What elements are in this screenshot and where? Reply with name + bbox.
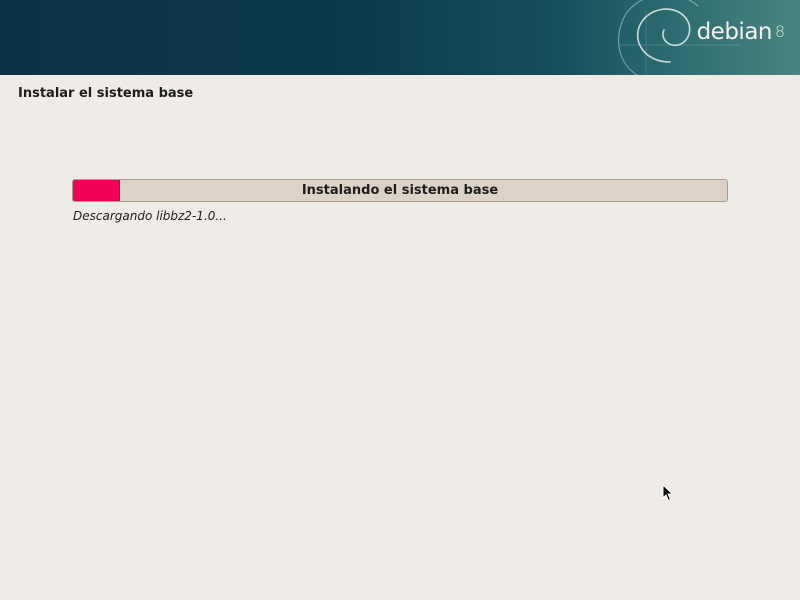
progress-bar-label: Instalando el sistema base <box>301 183 499 198</box>
debian-version-number: 8 <box>774 22 785 41</box>
page-title: Instalar el sistema base <box>18 86 194 101</box>
progress-bar: Instalando el sistema base <box>72 179 728 202</box>
debian-logo-text: debian <box>696 19 773 45</box>
mouse-pointer-icon <box>662 484 674 502</box>
progress-status-text: Descargando libbz2-1.0... <box>73 209 227 223</box>
header-banner: debian 8 <box>0 0 800 75</box>
